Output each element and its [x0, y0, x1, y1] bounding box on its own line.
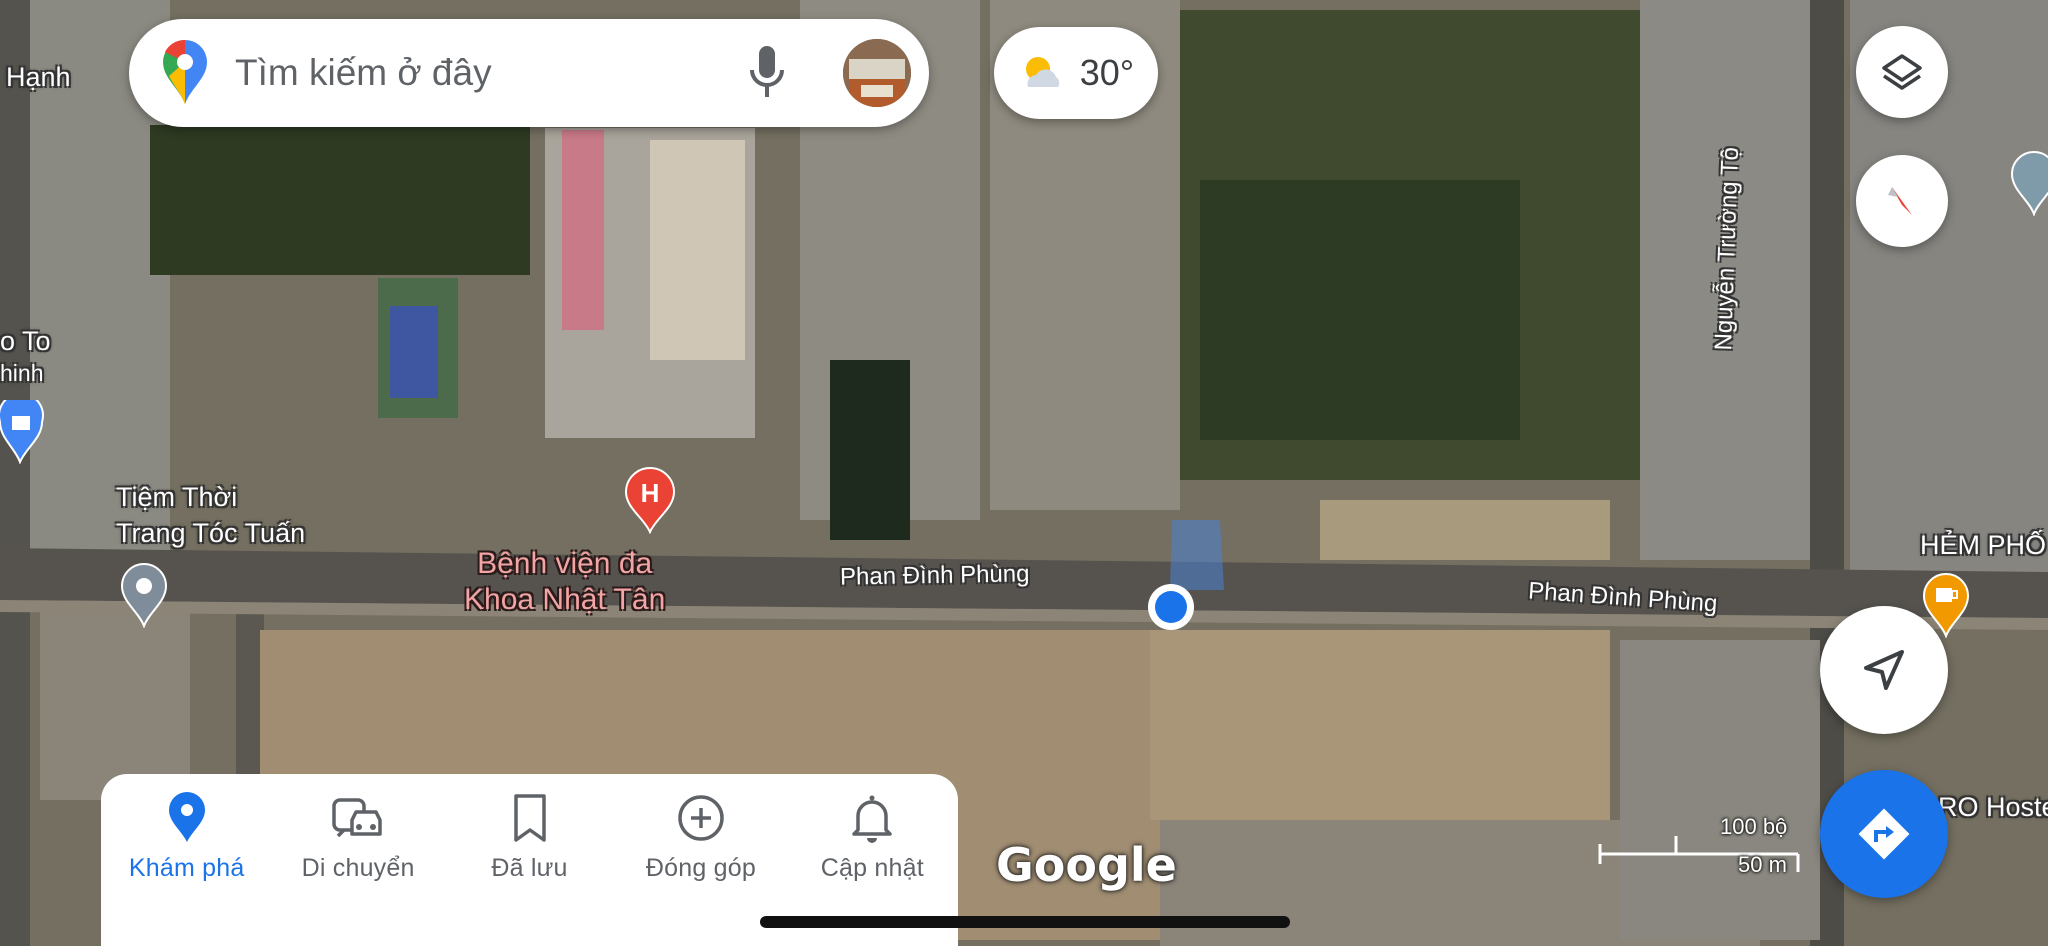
search-input[interactable]: Tìm kiếm ở đây: [235, 52, 747, 94]
partly-sunny-icon: [1025, 57, 1060, 87]
tab-commute-label: Di chuyển: [301, 854, 415, 882]
scale-label-top: 100 bộ: [1720, 814, 1788, 839]
temperature-text: 30°: [1079, 52, 1135, 93]
google-maps-logo-icon: [163, 40, 207, 104]
scale-label-bottom: 50 m: [1738, 852, 1787, 877]
account-avatar[interactable]: [843, 39, 911, 107]
place-label-to[interactable]: o To: [0, 326, 51, 357]
tab-explore[interactable]: Khám phá: [101, 790, 272, 946]
place-label-hem-pho[interactable]: HẺM PHỐ: [1920, 530, 2046, 561]
road-label-phan-dinh-phung-1: Phan Đình Phùng: [839, 560, 1030, 591]
add-circle-icon: [678, 795, 724, 841]
school-marker-icon[interactable]: [2010, 150, 2048, 216]
tab-saved-label: Đã lưu: [491, 854, 568, 882]
commute-icon: [332, 798, 382, 838]
compass-button[interactable]: [1856, 155, 1948, 247]
shopping-marker-icon[interactable]: [0, 400, 44, 464]
bookmark-icon: [513, 794, 546, 842]
hospital-marker-icon[interactable]: H: [620, 466, 680, 534]
layers-button[interactable]: [1856, 26, 1948, 118]
my-location-button[interactable]: [1820, 606, 1948, 734]
place-label-hinh[interactable]: hinh: [0, 360, 43, 387]
location-pin-icon: [168, 792, 205, 842]
avatar-photo-icon: [843, 39, 911, 107]
place-label-tiem-line1[interactable]: Tiệm Thời: [116, 482, 237, 513]
home-indicator[interactable]: [760, 916, 1290, 928]
layers-icon: [1882, 54, 1922, 90]
weather-chip[interactable]: 30°: [994, 27, 1158, 119]
directions-button[interactable]: [1820, 770, 1948, 898]
microphone-icon[interactable]: [747, 44, 787, 102]
hospital-label-line1: Bệnh viện đa: [477, 547, 653, 580]
search-bar[interactable]: Tìm kiếm ở đây: [129, 19, 929, 127]
tab-commute[interactable]: Di chuyển: [272, 790, 443, 946]
place-label-tiem-line2[interactable]: Trang Tóc Tuấn: [116, 518, 305, 549]
tab-updates-label: Cập nhật: [820, 854, 924, 882]
tab-explore-label: Khám phá: [128, 854, 245, 882]
compass-icon: [1888, 187, 1912, 215]
tab-saved[interactable]: Đã lưu: [444, 790, 615, 946]
place-marker-icon[interactable]: [118, 562, 170, 628]
svg-text:H: H: [641, 478, 660, 508]
bell-icon: [852, 795, 893, 843]
navigation-arrow-icon: [1864, 650, 1904, 690]
google-logo: Google: [996, 838, 1177, 892]
place-label-ro-hostel[interactable]: RO Hoste: [1938, 792, 2048, 823]
hospital-label[interactable]: Bệnh viện đa Khoa Nhật Tân: [464, 546, 665, 618]
place-label-hanh[interactable]: Hạnh: [6, 62, 71, 93]
tab-contribute-label: Đóng góp: [645, 854, 756, 882]
hospital-label-line2: Khoa Nhật Tân: [464, 583, 666, 616]
current-location-dot: [1148, 584, 1194, 630]
directions-icon: [1858, 808, 1910, 860]
